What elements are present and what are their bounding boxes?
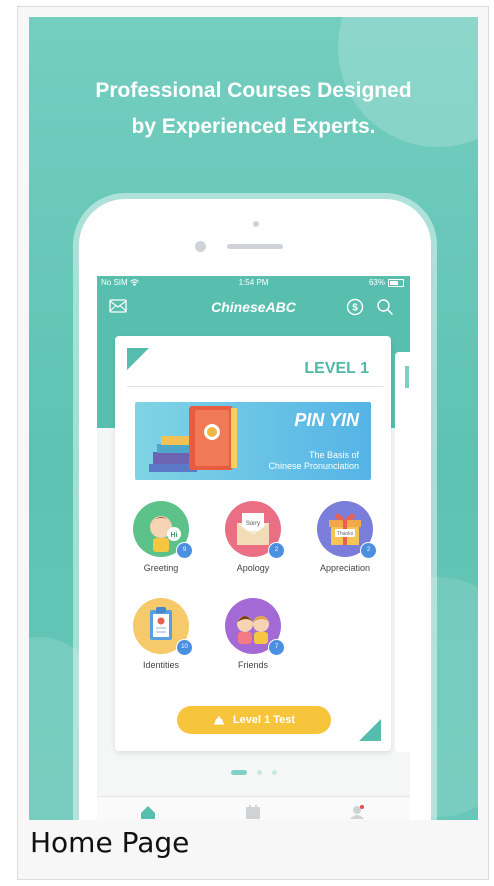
banner-title: PIN YIN bbox=[294, 410, 359, 430]
course-identities[interactable]: 10 Identities bbox=[121, 598, 201, 670]
appreciation-icon: Thanks 2 bbox=[317, 501, 377, 559]
course-badge: 2 bbox=[360, 542, 377, 559]
banner-subtitle: The Basis of Chinese Pronunciation bbox=[219, 450, 359, 472]
search-icon[interactable] bbox=[376, 298, 394, 316]
page-indicator bbox=[97, 770, 410, 775]
divider bbox=[127, 386, 383, 387]
course-label: Apology bbox=[236, 563, 270, 573]
course-badge: 7 bbox=[268, 639, 285, 656]
home-icon[interactable] bbox=[139, 805, 157, 819]
level-title: LEVEL 1 bbox=[304, 360, 369, 377]
apology-icon: Sorry 2 bbox=[225, 501, 285, 559]
page-dot[interactable] bbox=[271, 770, 277, 775]
svg-text:$: $ bbox=[352, 303, 358, 314]
svg-text:Sorry: Sorry bbox=[246, 521, 260, 527]
calendar-icon[interactable] bbox=[245, 805, 261, 819]
status-bar: No SIM 1:54 PM 63% bbox=[97, 276, 410, 290]
camera bbox=[195, 241, 206, 252]
course-label: Friends bbox=[237, 660, 268, 670]
course-appreciation[interactable]: Thanks 2 Appreciation bbox=[305, 501, 385, 573]
pinyin-banner[interactable]: PIN YIN The Basis of Chinese Pronunciati… bbox=[135, 402, 371, 480]
battery-icon bbox=[388, 279, 404, 287]
caption: Home Page bbox=[30, 826, 190, 859]
speaker bbox=[227, 244, 283, 249]
level-test-label: Level 1 Test bbox=[232, 714, 296, 726]
clock: 1:54 PM bbox=[238, 278, 269, 287]
phone-screen: No SIM 1:54 PM 63% ChineseABC $ LEVEL 1 bbox=[97, 276, 410, 820]
profile-icon[interactable] bbox=[349, 805, 365, 819]
svg-text:Thanks: Thanks bbox=[337, 531, 354, 537]
svg-text:Hi: Hi bbox=[171, 532, 178, 539]
status-right: 63% bbox=[369, 276, 404, 290]
level-card: LEVEL 1 PIN YIN The Basis of Chinese Pro… bbox=[115, 336, 391, 751]
coin-icon[interactable]: $ bbox=[346, 298, 364, 316]
course-badge: 2 bbox=[268, 542, 285, 559]
course-label: Greeting bbox=[143, 563, 179, 573]
banner-subtitle-line-2: Chinese Pronunciation bbox=[268, 461, 359, 471]
headline-line-1: Professional Courses Designed bbox=[95, 79, 412, 102]
app-bar: ChineseABC $ bbox=[97, 294, 410, 320]
greeting-icon: Hi 9 bbox=[133, 501, 193, 559]
course-badge: 10 bbox=[176, 639, 193, 656]
level-test-button[interactable]: Level 1 Test bbox=[177, 706, 331, 734]
headline-line-2: by Experienced Experts. bbox=[131, 115, 376, 138]
corner-decor bbox=[127, 348, 149, 370]
next-level-card[interactable] bbox=[395, 352, 410, 752]
friends-icon: 7 bbox=[225, 598, 285, 656]
course-apology[interactable]: Sorry 2 Apology bbox=[213, 501, 293, 573]
course-badge: 9 bbox=[176, 542, 193, 559]
course-greeting[interactable]: Hi 9 Greeting bbox=[121, 501, 201, 573]
page-dot-active[interactable] bbox=[230, 770, 247, 775]
sensor-dot bbox=[253, 221, 259, 227]
course-label: Identities bbox=[142, 660, 180, 670]
battery-text: 63% bbox=[368, 278, 385, 287]
corner-decor bbox=[359, 719, 381, 741]
course-friends[interactable]: 7 Friends bbox=[213, 598, 293, 670]
tab-bar bbox=[97, 796, 410, 820]
page-dot[interactable] bbox=[256, 770, 262, 775]
identities-icon: 10 bbox=[133, 598, 193, 656]
banner-subtitle-line-1: The Basis of bbox=[308, 450, 359, 460]
bell-icon bbox=[213, 716, 224, 725]
course-label: Appreciation bbox=[319, 563, 371, 573]
promo-headline: Professional Courses Designed by Experie… bbox=[29, 73, 478, 145]
